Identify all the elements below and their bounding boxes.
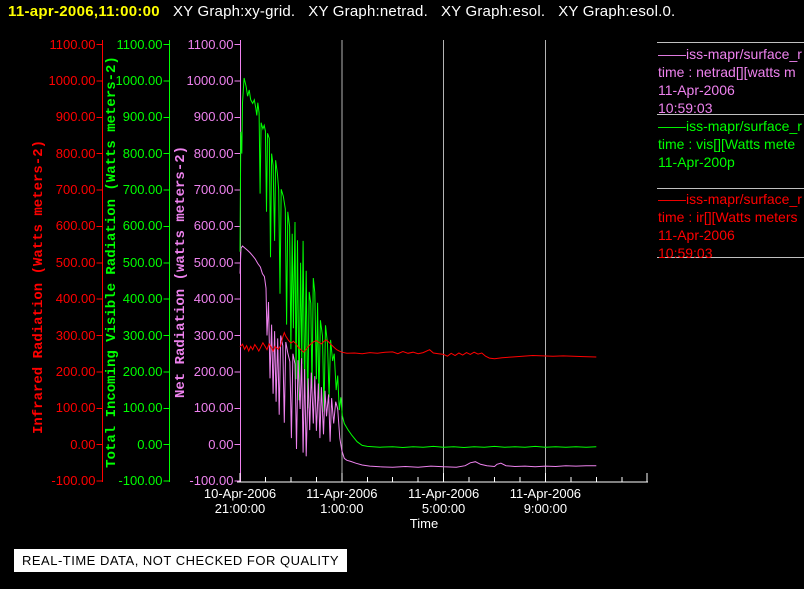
legend-line: 11-Apr-2006 (658, 227, 735, 243)
x-axis-title: Time (409, 516, 439, 531)
y-tick-net: 300.00 (193, 327, 234, 343)
y-tick-net: 0.00 (208, 436, 234, 452)
legend-entry-2[interactable]: ——iss-mapr/surface_rtime : ir[][Watts me… (658, 190, 804, 262)
y-tick-visible: 800.00 (122, 145, 163, 161)
legend-entry-1[interactable]: ——iss-mapr/surface_rtime : vis[][Watts m… (658, 117, 804, 189)
legend-line: 11-Apr-200p (658, 154, 735, 170)
y-tick-infrared: 900.00 (55, 109, 96, 125)
y-tick-visible: 100.00 (122, 400, 163, 416)
y-tick-net: 400.00 (193, 291, 234, 307)
y-tick-visible: 1000.00 (115, 72, 163, 88)
x-tick-label: 10-Apr-2006 21:00:00 (203, 486, 277, 516)
legend-line (658, 171, 804, 189)
legend-line: 10:59:03 (658, 245, 713, 261)
y-tick-infrared: 1000.00 (48, 72, 96, 88)
y-tick-visible: 200.00 (122, 363, 163, 379)
quality-notice-text: REAL-TIME DATA, NOT CHECKED FOR QUALITY (22, 553, 340, 568)
legend-line: ——iss-mapr/surface_r (658, 191, 802, 207)
x-tick-label: 11-Apr-2006 1:00:00 (306, 486, 378, 516)
quality-notice: REAL-TIME DATA, NOT CHECKED FOR QUALITY (14, 549, 348, 572)
y-tick-infrared: 300.00 (55, 327, 96, 343)
y-tick-visible: 300.00 (122, 327, 163, 343)
xy-graph-window: 11-apr-2006,11:00:00 XY Graph:xy-grid. XY … (0, 0, 804, 589)
y-tick-infrared: 700.00 (55, 182, 96, 197)
trace-net (239, 245, 597, 468)
y-tick-visible: 900.00 (122, 109, 163, 125)
y-tick-net: 900.00 (193, 109, 234, 125)
y-tick-visible: -100.00 (118, 473, 163, 488)
y-tick-net: 600.00 (193, 218, 234, 234)
legend-divider (657, 42, 804, 43)
y-tick-infrared: 0.00 (70, 436, 96, 452)
y-tick-net: 100.00 (193, 400, 234, 416)
y-tick-net: 1100.00 (187, 36, 234, 52)
y-tick-net: 500.00 (193, 254, 234, 270)
legend-line: 11-Apr-2006 (658, 82, 735, 98)
legend-line: ——iss-mapr/surface_r (658, 46, 802, 62)
y-tick-visible: 700.00 (122, 182, 163, 197)
legend-line: time : netrad[][watts m (658, 64, 796, 80)
legend-line: 10:59:03 (658, 100, 713, 116)
y-tick-infrared: 100.00 (55, 400, 96, 416)
x-tick-label: 11-Apr-2006 9:00:00 (509, 486, 582, 516)
trace-total (239, 77, 597, 449)
legend-line: time : ir[][Watts meters (658, 209, 798, 225)
y-tick-infrared: 200.00 (55, 363, 96, 379)
x-tick-label: 11-Apr-2006 5:00:00 (407, 486, 480, 516)
y-tick-infrared: 600.00 (55, 218, 96, 234)
y-tick-infrared: -100.00 (51, 473, 96, 488)
y-tick-visible: 400.00 (122, 291, 163, 307)
y-tick-visible: 1100.00 (116, 36, 163, 52)
y-tick-net: 700.00 (193, 182, 234, 197)
y-tick-visible: 0.00 (137, 436, 163, 452)
y-tick-net: 1000.00 (186, 72, 234, 88)
y-tick-infrared: 400.00 (55, 291, 96, 307)
y-tick-infrared: 1100.00 (49, 36, 96, 52)
y-tick-infrared: 800.00 (55, 145, 96, 161)
y-tick-visible: 600.00 (122, 218, 163, 234)
y-tick-infrared: 500.00 (55, 254, 96, 270)
legend-entry-0[interactable]: ——iss-mapr/surface_rtime : netrad[][watt… (658, 45, 804, 117)
y-tick-net: 200.00 (193, 363, 234, 379)
y-tick-net: 800.00 (193, 145, 234, 161)
y-tick-visible: 500.00 (122, 254, 163, 270)
legend-line: time : vis[][Watts mete (658, 136, 796, 152)
legend-line: ——iss-mapr/surface_r (658, 118, 802, 134)
